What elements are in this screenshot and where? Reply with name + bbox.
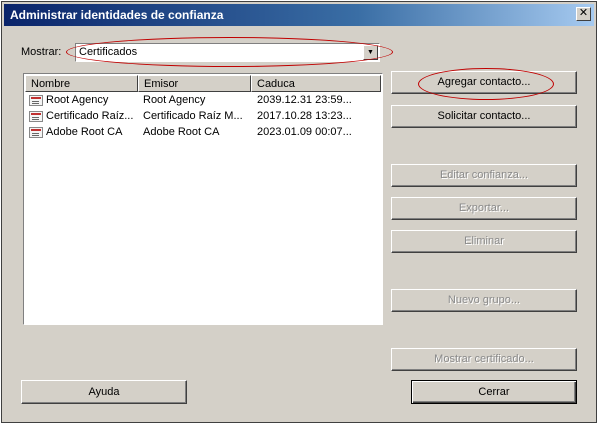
list-item[interactable]: Certificado Raíz... Certificado Raíz M..… — [25, 109, 380, 125]
column-header-issuer[interactable]: Emisor — [138, 75, 251, 92]
certificate-icon — [29, 127, 43, 138]
certificate-list[interactable]: Nombre Emisor Caduca Root Agency Root Ag… — [23, 73, 383, 325]
title-bar[interactable]: Administrar identidades de confianza ✕ — [4, 4, 594, 26]
list-item[interactable]: Root Agency Root Agency 2039.12.31 23:59… — [25, 93, 380, 109]
certificate-icon — [29, 95, 43, 106]
chevron-down-icon[interactable]: ▼ — [363, 45, 378, 60]
edit-trust-button[interactable]: Editar confianza... — [391, 164, 577, 187]
list-item[interactable]: Adobe Root CA Adobe Root CA 2023.01.09 0… — [25, 125, 380, 141]
close-button[interactable]: Cerrar — [411, 380, 577, 404]
close-icon[interactable]: ✕ — [576, 7, 591, 21]
request-contact-button[interactable]: Solicitar contacto... — [391, 105, 577, 128]
show-dropdown-value: Certificados — [79, 46, 138, 58]
delete-button[interactable]: Eliminar — [391, 230, 577, 253]
trusted-identities-dialog: Administrar identidades de confianza ✕ M… — [1, 1, 597, 423]
window-title: Administrar identidades de confianza — [10, 8, 224, 22]
show-label: Mostrar: — [21, 46, 62, 58]
export-button[interactable]: Exportar... — [391, 197, 577, 220]
help-button[interactable]: Ayuda — [21, 380, 187, 404]
add-contact-button[interactable]: Agregar contacto... — [391, 71, 577, 94]
show-certificate-button[interactable]: Mostrar certificado... — [391, 348, 577, 371]
show-dropdown[interactable]: Certificados ▼ — [75, 43, 380, 62]
new-group-button[interactable]: Nuevo grupo... — [391, 289, 577, 312]
column-header-name[interactable]: Nombre — [25, 75, 138, 92]
certificate-icon — [29, 111, 43, 122]
column-header-expires[interactable]: Caduca — [251, 75, 381, 92]
